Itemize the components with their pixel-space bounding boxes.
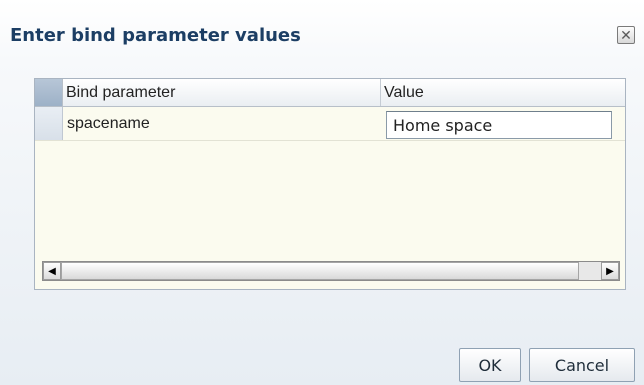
scroll-left-icon[interactable]: ◀ bbox=[43, 262, 61, 280]
bind-parameter-dialog: Enter bind parameter values ✕ Bind param… bbox=[0, 0, 644, 385]
select-all-corner[interactable] bbox=[35, 79, 63, 106]
cancel-button[interactable]: Cancel bbox=[529, 348, 635, 382]
table-row: spacename bbox=[35, 107, 625, 141]
ok-button[interactable]: OK bbox=[459, 348, 521, 382]
dialog-title: Enter bind parameter values bbox=[10, 25, 301, 46]
value-input[interactable] bbox=[386, 111, 612, 139]
table-header: Bind parameter Value bbox=[35, 79, 625, 107]
horizontal-scrollbar[interactable]: ◀ ▶ bbox=[42, 261, 620, 281]
column-header-bind-parameter[interactable]: Bind parameter bbox=[63, 79, 381, 106]
close-icon[interactable]: ✕ bbox=[617, 26, 635, 44]
scroll-right-icon[interactable]: ▶ bbox=[601, 262, 619, 280]
row-header[interactable] bbox=[35, 107, 63, 140]
value-cell bbox=[381, 107, 625, 140]
parameter-name-cell: spacename bbox=[63, 107, 381, 140]
bind-parameter-table: Bind parameter Value spacename ◀ ▶ bbox=[34, 78, 626, 290]
scrollbar-thumb[interactable] bbox=[61, 262, 579, 280]
column-header-value[interactable]: Value bbox=[381, 79, 625, 106]
